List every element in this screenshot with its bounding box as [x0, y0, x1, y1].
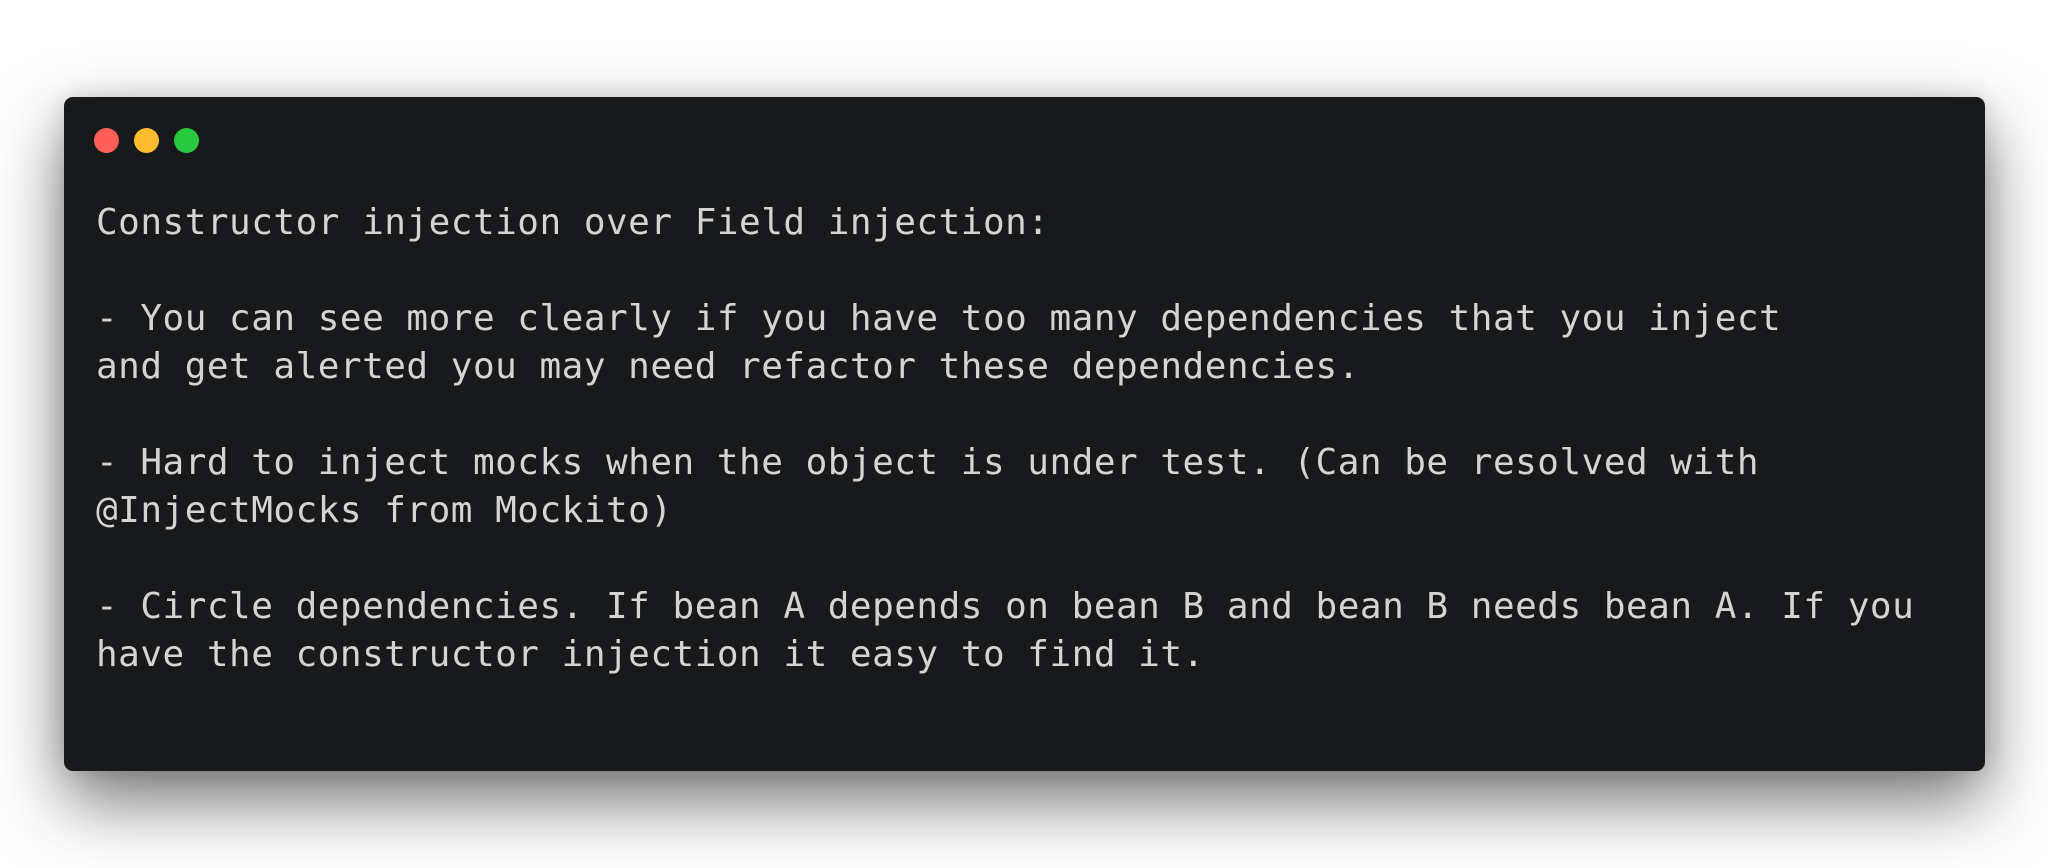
- maximize-dot-icon[interactable]: [174, 128, 199, 153]
- code-window: Constructor injection over Field injecti…: [64, 97, 1985, 771]
- code-line-heading: Constructor injection over Field injecti…: [96, 202, 1050, 243]
- code-line-point-1: - You can see more clearly if you have t…: [96, 298, 1782, 339]
- window-controls: [94, 128, 199, 153]
- code-line-point-1-continued: and get alerted you may need refactor th…: [96, 346, 1360, 387]
- code-line-point-3-continued: have the constructor injection it easy t…: [96, 634, 1205, 675]
- code-line-point-3: - Circle dependencies. If bean A depends…: [96, 586, 1915, 627]
- code-line-point-2: - Hard to inject mocks when the object i…: [96, 442, 1760, 483]
- code-line-point-2-continued: @InjectMocks from Mockito): [96, 490, 673, 531]
- code-content: Constructor injection over Field injecti…: [96, 199, 1956, 679]
- minimize-dot-icon[interactable]: [134, 128, 159, 153]
- close-dot-icon[interactable]: [94, 128, 119, 153]
